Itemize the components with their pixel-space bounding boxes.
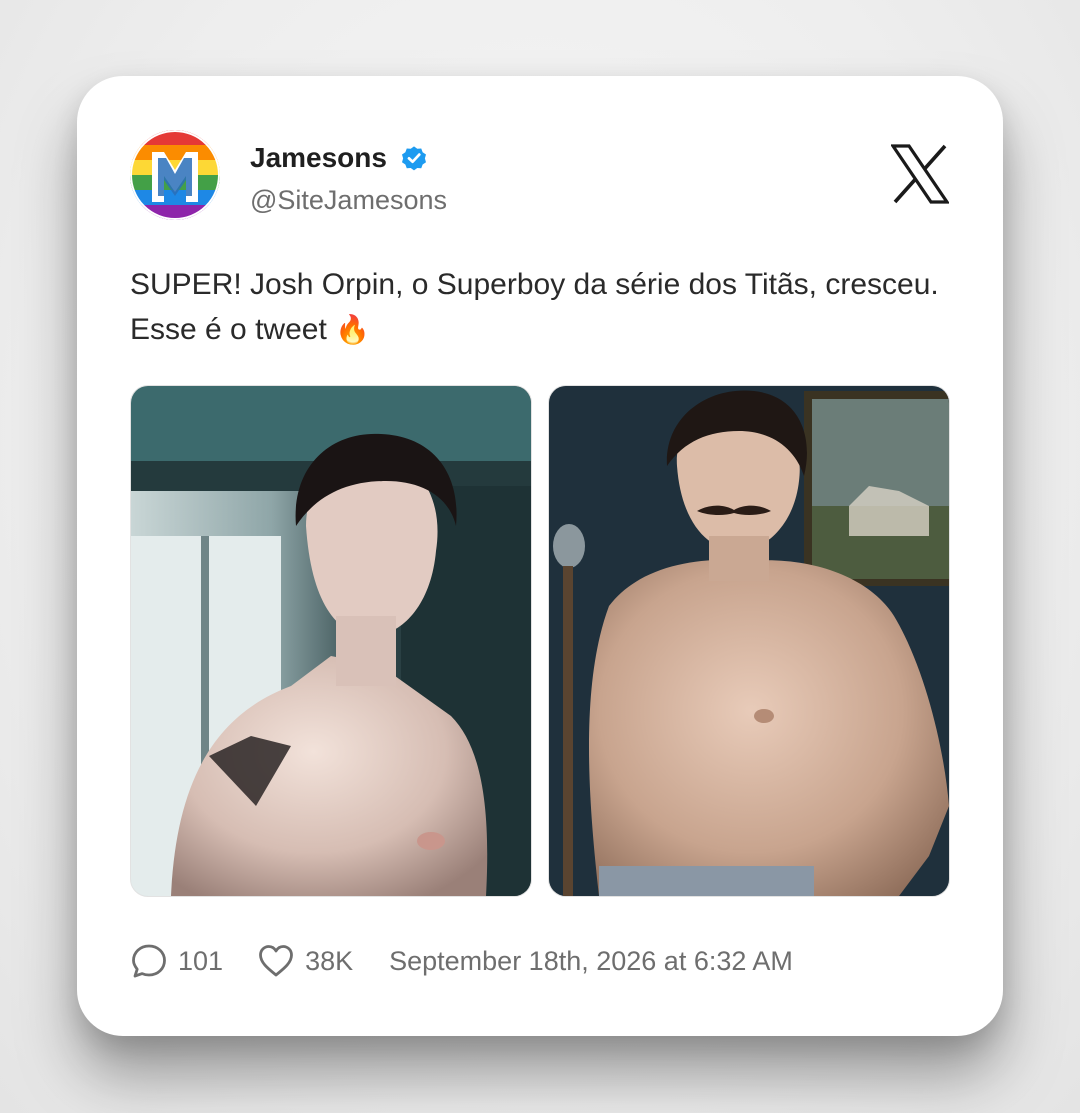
- author-handle[interactable]: @SiteJamesons: [250, 182, 447, 218]
- reply-stat[interactable]: 101: [130, 942, 223, 980]
- photo-shirtless-man-mustache-icon: [549, 386, 949, 896]
- x-logo-icon[interactable]: [891, 144, 949, 204]
- tweet-body: SUPER! Josh Orpin, o Superboy da série d…: [130, 268, 939, 346]
- photo-shirtless-man-superman-tattoo-icon: [131, 386, 531, 896]
- fire-emoji: 🔥: [335, 314, 370, 345]
- author-name-row: Jamesons: [250, 140, 429, 176]
- verified-badge-icon: [401, 146, 426, 171]
- tweet-photo-2[interactable]: [548, 385, 950, 897]
- author-display-name[interactable]: Jamesons: [250, 140, 387, 176]
- tweet-timestamp[interactable]: September 18th, 2026 at 6:32 AM: [389, 946, 793, 977]
- tweet-text: SUPER! Josh Orpin, o Superboy da série d…: [130, 262, 950, 352]
- heart-icon: [259, 945, 293, 977]
- reply-icon: [132, 944, 166, 978]
- tweet-card: Jamesons @SiteJamesons SUPER! Josh Orpin…: [77, 76, 1003, 1036]
- avatar[interactable]: [130, 130, 220, 220]
- like-count: 38K: [305, 945, 354, 976]
- tweet-photo-1[interactable]: [130, 385, 532, 897]
- reply-count: 101: [178, 945, 224, 976]
- jamesons-logo-icon: [130, 130, 220, 220]
- like-stat[interactable]: 38K: [257, 942, 353, 980]
- tweet-footer: 101 38K September 18th, 2026 at 6:32 AM: [130, 940, 793, 982]
